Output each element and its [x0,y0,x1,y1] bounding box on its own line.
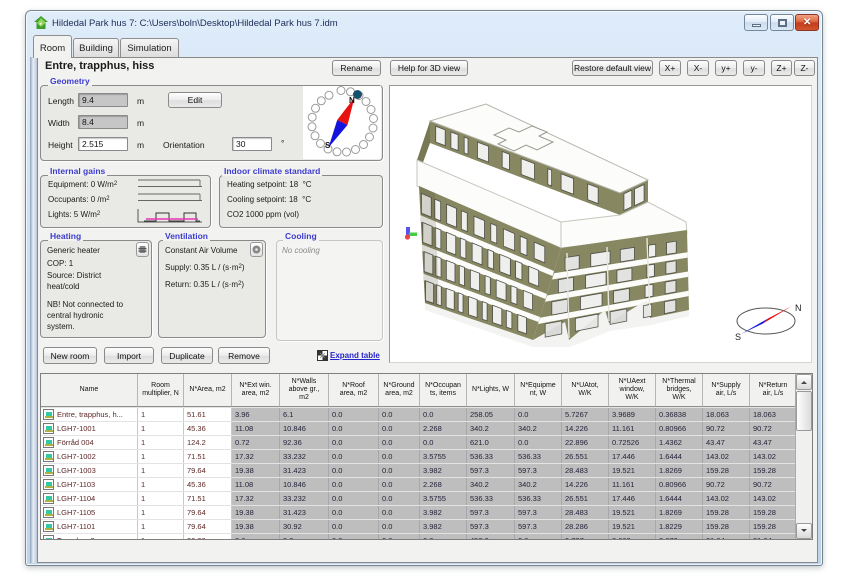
svg-text:N: N [349,96,355,105]
svg-text:N: N [795,303,802,313]
svg-text:S: S [325,141,331,150]
svg-text:S: S [735,332,741,342]
